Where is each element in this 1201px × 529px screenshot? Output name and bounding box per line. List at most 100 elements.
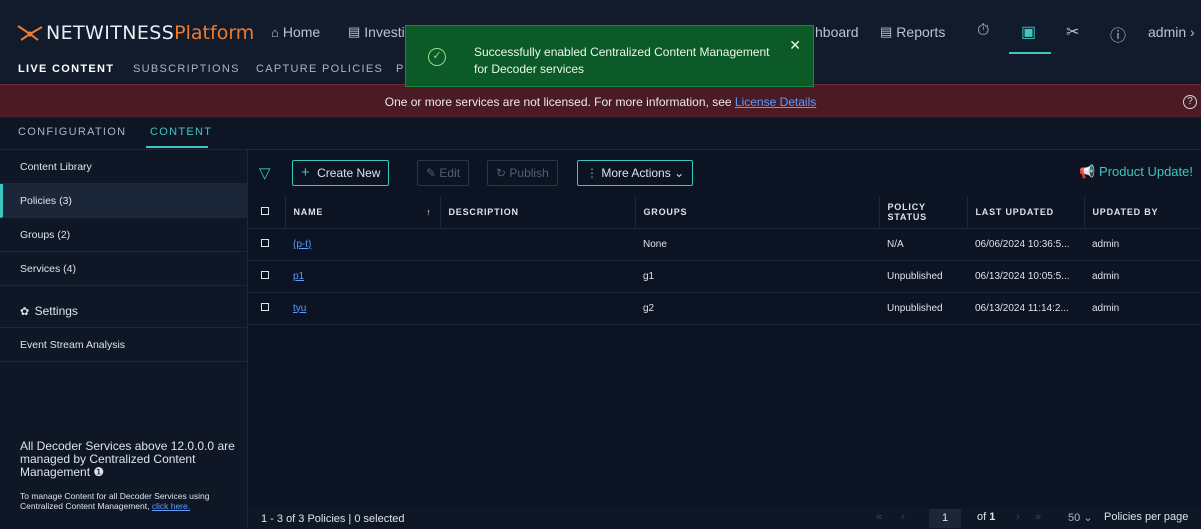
- help-icon[interactable]: ?: [1183, 95, 1197, 109]
- create-new-button[interactable]: + Create New: [292, 160, 390, 186]
- active-indicator: [1009, 52, 1051, 54]
- nav-dashboard-label: hboard: [815, 24, 859, 40]
- nav-investigate-label: Investi: [364, 24, 405, 40]
- cell-description: [440, 260, 635, 293]
- column-header-last-updated[interactable]: LAST UPDATED: [967, 196, 1085, 229]
- cell-updated-by: admin: [1084, 292, 1201, 325]
- per-page-select[interactable]: 50 ⌄: [1068, 511, 1093, 524]
- nav-home[interactable]: ⌂ Home: [271, 24, 320, 40]
- megaphone-icon: 📢: [1079, 164, 1096, 179]
- sidebar-item-policies[interactable]: Policies (3): [0, 184, 248, 218]
- sidebar-item-services[interactable]: Services (4): [0, 252, 248, 286]
- gear-icon: ✿: [20, 306, 30, 318]
- table-row[interactable]: tyu g2 Unpublished 06/13/2024 11:14:2...…: [249, 292, 1201, 325]
- table-row[interactable]: (p-t) None N/A 06/06/2024 10:36:5... adm…: [249, 228, 1201, 261]
- policy-link[interactable]: (p-t): [293, 239, 311, 250]
- cell-status: Unpublished: [879, 292, 967, 325]
- per-page-value: 50: [1068, 512, 1081, 524]
- sidebar-item-content-library[interactable]: Content Library: [0, 150, 248, 184]
- nav-home-label: Home: [282, 24, 321, 40]
- prev-page-icon[interactable]: ‹: [901, 511, 905, 523]
- row-checkbox[interactable]: [261, 302, 269, 311]
- netwitness-logo-icon: [17, 25, 43, 41]
- license-details-link[interactable]: License Details: [735, 95, 816, 109]
- tab-active-underline: [146, 146, 208, 148]
- sidebar-item-event-stream-analysis[interactable]: Event Stream Analysis: [0, 328, 248, 362]
- cell-status: N/A: [879, 228, 967, 261]
- tab-subscriptions[interactable]: SUBSCRIPTIONS: [133, 63, 240, 75]
- tab-policies-truncated[interactable]: P: [396, 63, 405, 75]
- nav-dashboard[interactable]: hboard: [815, 24, 859, 40]
- row-checkbox[interactable]: [261, 238, 269, 247]
- column-header-description[interactable]: DESCRIPTION: [440, 196, 636, 229]
- publish-button[interactable]: ↻ Publish: [487, 160, 558, 186]
- row-select-cell: [249, 292, 285, 325]
- nav-reports[interactable]: ▤ Reports: [880, 24, 945, 40]
- kebab-icon: ⋮: [586, 166, 598, 180]
- cell-updated-by: admin: [1084, 260, 1201, 293]
- toast-message: Successfully enabled Centralized Content…: [474, 45, 770, 76]
- nav-reports-label: Reports: [896, 24, 946, 40]
- brand-logo[interactable]: NETWITNESS Platform: [16, 22, 254, 44]
- banner-text: One or more services are not licensed. F…: [384, 95, 735, 109]
- policy-link[interactable]: p1: [293, 271, 304, 282]
- close-icon[interactable]: ✕: [789, 37, 801, 54]
- cell-updated-by: admin: [1084, 228, 1201, 261]
- timer-icon[interactable]: ⏱: [977, 22, 989, 40]
- policy-link[interactable]: tyu: [293, 303, 306, 314]
- home-icon: ⌂: [271, 24, 279, 40]
- cell-updated: 06/13/2024 11:14:2...: [967, 292, 1084, 325]
- first-page-icon[interactable]: «: [876, 511, 882, 523]
- license-banner: One or more services are not licensed. F…: [0, 84, 1201, 118]
- page-number-input[interactable]: 1: [929, 509, 961, 528]
- next-page-icon[interactable]: ›: [1016, 511, 1020, 523]
- tab-content[interactable]: CONTENT: [150, 126, 212, 138]
- edit-button[interactable]: ✎ Edit: [417, 160, 470, 186]
- row-select-cell: [249, 228, 285, 261]
- select-all-checkbox[interactable]: [261, 206, 269, 215]
- chevron-right-icon: ›: [1190, 24, 1195, 40]
- sidebar-item-groups[interactable]: Groups (2): [0, 218, 248, 252]
- column-header-updated-by[interactable]: UPDATED BY: [1084, 196, 1201, 229]
- table-row[interactable]: p1 g1 Unpublished 06/13/2024 10:05:5... …: [249, 260, 1201, 293]
- user-menu[interactable]: admin ›: [1148, 24, 1195, 40]
- create-new-label: Create New: [317, 166, 381, 180]
- product-update-link[interactable]: 📢 Product Update!: [1079, 164, 1193, 180]
- help-icon[interactable]: ⓘ: [1110, 22, 1126, 46]
- tools-icon[interactable]: ✂: [1066, 22, 1079, 42]
- cell-status: Unpublished: [879, 260, 967, 293]
- filter-icon[interactable]: ▽: [259, 164, 271, 182]
- column-header-groups[interactable]: GROUPS: [635, 196, 880, 229]
- row-checkbox[interactable]: [261, 270, 269, 279]
- more-actions-button[interactable]: ⋮ More Actions ⌄: [577, 160, 694, 186]
- column-header-name[interactable]: NAME ↑: [285, 196, 441, 229]
- cell-updated: 06/06/2024 10:36:5...: [967, 228, 1084, 261]
- column-header-policy-status[interactable]: POLICY STATUS: [879, 196, 968, 229]
- sidebar-item-label: Content Library: [20, 161, 92, 173]
- cell-groups: g1: [635, 260, 879, 293]
- admin-panel-icon[interactable]: ▣: [1021, 22, 1036, 42]
- cell-description: [440, 292, 635, 325]
- chevron-down-icon: ⌄: [1083, 512, 1093, 524]
- row-select-cell: [249, 260, 285, 293]
- tab-live-content[interactable]: LIVE CONTENT: [18, 63, 114, 75]
- table-header-row: NAME ↑ DESCRIPTION GROUPS POLICY STATUS …: [249, 196, 1201, 229]
- main-content: ▽ + Create New ✎ Edit ↻ Publish ⋮ More A…: [249, 150, 1201, 529]
- cell-updated: 06/13/2024 10:05:5...: [967, 260, 1084, 293]
- publish-label: Publish: [509, 166, 549, 180]
- sidebar-item-settings[interactable]: ✿ Settings: [0, 294, 248, 328]
- nav-investigate[interactable]: ▤ Investi: [348, 24, 405, 40]
- sidebar-item-label: Settings: [34, 304, 78, 318]
- last-page-icon[interactable]: »: [1035, 511, 1041, 523]
- sidebar-item-label: Event Stream Analysis: [20, 339, 126, 351]
- cell-groups: g2: [635, 292, 879, 325]
- brand-name: NETWITNESS: [46, 22, 175, 44]
- sidebar-item-label: Groups (2): [20, 229, 71, 241]
- tab-configuration[interactable]: CONFIGURATION: [18, 126, 126, 138]
- table-footer: 1 - 3 of 3 Policies | 0 selected « ‹ 1 o…: [249, 508, 1201, 529]
- cell-groups: None: [635, 228, 879, 261]
- tab-capture-policies[interactable]: CAPTURE POLICIES: [256, 63, 383, 75]
- sidebar-item-label: Policies (3): [20, 195, 72, 207]
- plus-icon: +: [301, 164, 310, 181]
- click-here-link[interactable]: click here.: [152, 501, 190, 511]
